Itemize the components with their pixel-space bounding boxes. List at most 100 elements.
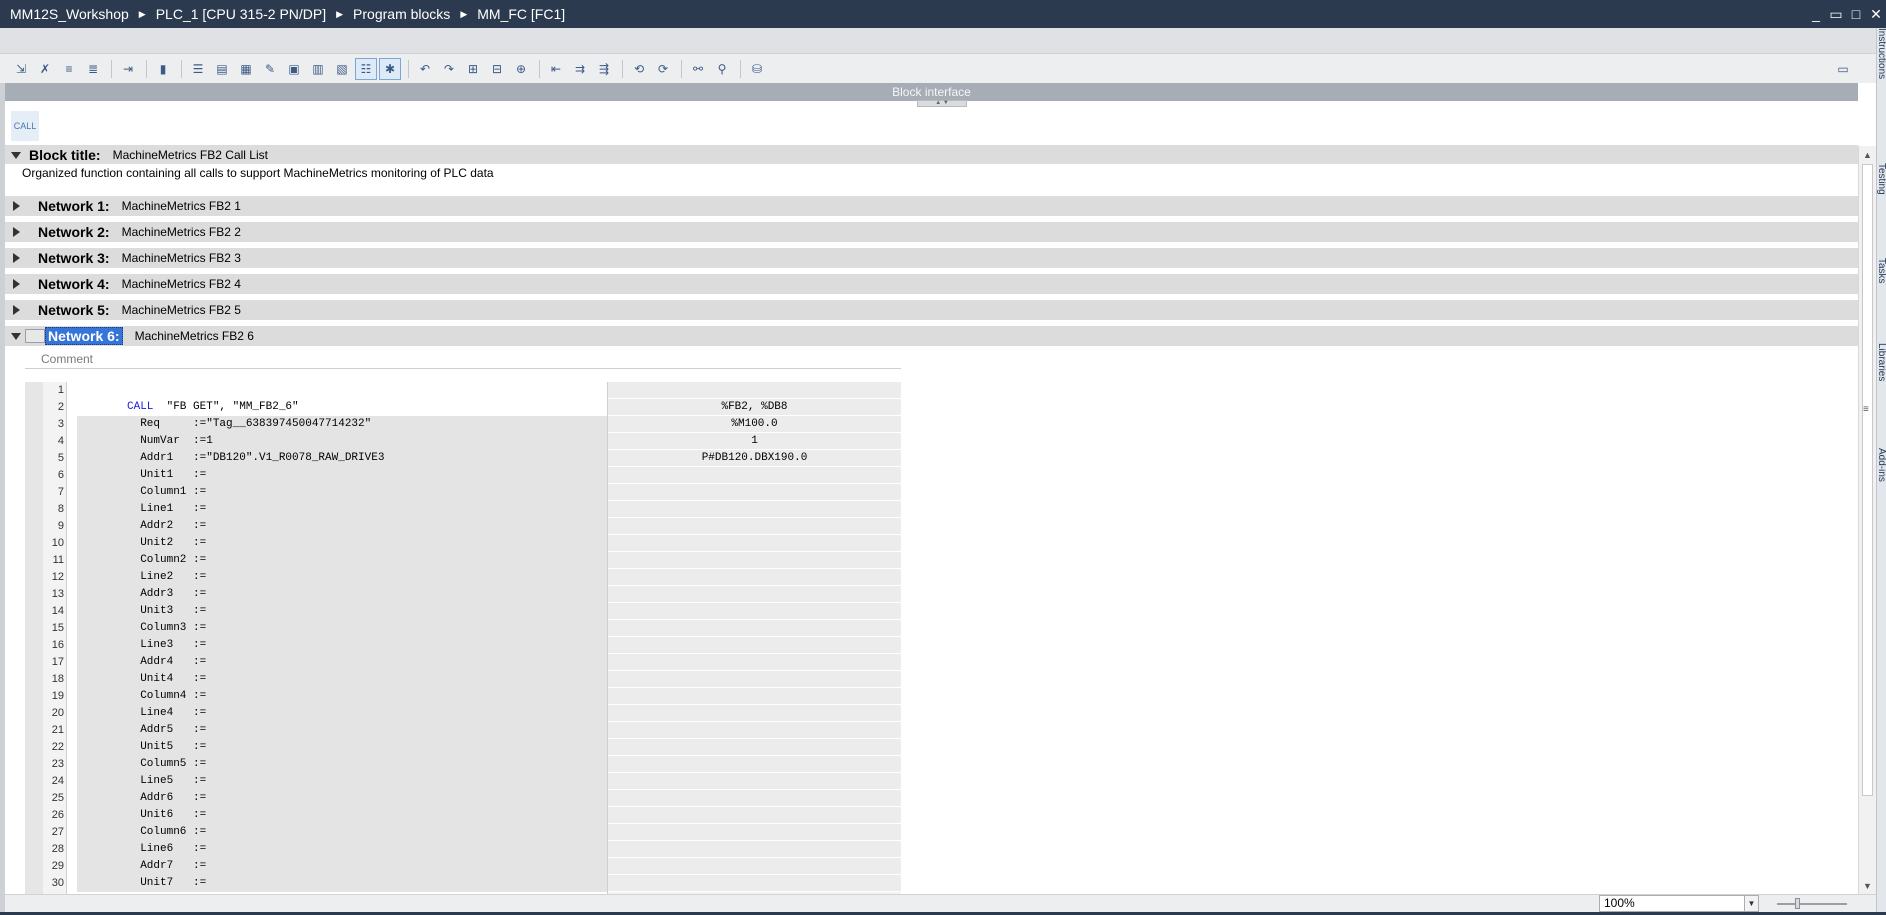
compare-icon[interactable]: ⟳ [652, 58, 674, 80]
indent-icon[interactable]: ☰ [187, 58, 209, 80]
scroll-down-icon[interactable]: ▼ [1859, 877, 1876, 894]
expand-triangle-icon[interactable] [13, 253, 20, 263]
code-text[interactable]: Line1 := [127, 501, 206, 518]
code-text[interactable]: Unit7 := [127, 875, 206, 892]
code-text[interactable]: Unit1 := [127, 467, 206, 484]
breadcrumb-plc[interactable]: PLC_1 [CPU 315-2 PN/DP] [156, 6, 326, 22]
code-text[interactable]: NumVar :=1 [127, 433, 213, 450]
code-text[interactable]: Addr1 :="DB120".V1_R0078_RAW_DRIVE3 [127, 450, 384, 467]
code-text[interactable]: Req :="Tag__638397450047714232" [127, 416, 371, 433]
insert-row-icon[interactable]: ≡ [58, 58, 80, 80]
tab-testing[interactable]: Testing [1877, 163, 1886, 253]
prev-bookmark-icon[interactable]: ✱ [379, 57, 401, 80]
monitoring-icon[interactable]: ⚲ [711, 58, 733, 80]
code-text[interactable]: Line3 := [127, 637, 206, 654]
network-title[interactable]: MachineMetrics FB2 4 [122, 277, 241, 291]
add-row-icon[interactable]: ≣ [82, 58, 104, 80]
breadcrumb-program-blocks[interactable]: Program blocks [353, 6, 450, 22]
code-line[interactable]: 16 Line3 := [25, 637, 901, 654]
code-line[interactable]: 15 Column3 := [25, 620, 901, 637]
go-to-line-icon[interactable]: ⊟ [486, 58, 508, 80]
network-header-3[interactable]: Network 3: MachineMetrics FB2 3 [5, 248, 1858, 268]
network-title[interactable]: MachineMetrics FB2 1 [122, 199, 241, 213]
tag-info-icon[interactable]: ⇤ [545, 58, 567, 80]
code-line[interactable]: 21 Addr5 := [25, 722, 901, 739]
code-line[interactable]: 13 Addr3 := [25, 586, 901, 603]
code-line[interactable]: 6 Unit1 := [25, 467, 901, 484]
zoom-slider-handle[interactable] [1795, 898, 1800, 909]
code-line[interactable]: 23 Column5 := [25, 756, 901, 773]
network-title[interactable]: MachineMetrics FB2 6 [135, 329, 254, 343]
glasses-icon[interactable]: ⚯ [687, 58, 709, 80]
code-text[interactable]: Unit3 := [127, 603, 206, 620]
code-line[interactable]: 18 Unit4 := [25, 671, 901, 688]
display-comments-icon[interactable]: ▥ [307, 58, 329, 80]
next-bookmark-icon[interactable]: ☷ [355, 57, 377, 80]
comment-in-icon[interactable]: ⇥ [117, 58, 139, 80]
code-line[interactable]: 12 Line2 := [25, 569, 901, 586]
block-title-header[interactable]: Block title: MachineMetrics FB2 Call Lis… [5, 146, 1858, 164]
network-header-2[interactable]: Network 2: MachineMetrics FB2 2 [5, 222, 1858, 242]
network-header-4[interactable]: Network 4: MachineMetrics FB2 4 [5, 274, 1858, 294]
code-line[interactable]: 1 [25, 382, 901, 399]
code-text[interactable]: Unit5 := [127, 739, 206, 756]
code-line[interactable]: 10 Unit2 := [25, 535, 901, 552]
code-text[interactable]: Addr4 := [127, 654, 206, 671]
scroll-thumb[interactable] [1862, 164, 1873, 796]
expand-triangle-icon[interactable] [13, 227, 20, 237]
minimize-button[interactable]: _ [1806, 0, 1826, 28]
code-line[interactable]: 9 Addr2 := [25, 518, 901, 535]
absolute-operands-icon[interactable]: ⊞ [462, 58, 484, 80]
code-text[interactable]: Column3 := [127, 620, 206, 637]
monitor-icon[interactable]: ↷ [438, 58, 460, 80]
code-line[interactable]: 8 Line1 := [25, 501, 901, 518]
network-select-marker[interactable] [25, 329, 45, 343]
code-text[interactable]: Addr3 := [127, 586, 206, 603]
collapse-triangle-icon[interactable] [11, 151, 21, 159]
restore-button[interactable]: ▭ [1826, 0, 1846, 28]
tab-libraries[interactable]: Libraries [1877, 343, 1886, 443]
layout-toggle-icon[interactable]: ▭ [1832, 58, 1854, 80]
auto-indent-icon[interactable]: ▦ [235, 58, 257, 80]
block-title[interactable]: MachineMetrics FB2 Call List [113, 148, 268, 162]
code-line[interactable]: 30 Unit7 := [25, 875, 901, 892]
insert-network-icon[interactable]: ⇲ [10, 58, 32, 80]
code-line[interactable]: 29 Addr7 := [25, 858, 901, 875]
tab-instructions[interactable]: Instructions [1877, 28, 1886, 138]
outdent-icon[interactable]: ▤ [211, 58, 233, 80]
download-icon[interactable]: ⛁ [746, 58, 768, 80]
code-line[interactable]: 19 Column4 := [25, 688, 901, 705]
code-line[interactable]: 26 Unit6 := [25, 807, 901, 824]
code-text[interactable]: Line6 := [127, 841, 206, 858]
code-line[interactable]: 20 Line4 := [25, 705, 901, 722]
code-line[interactable]: 3 Req :="Tag__638397450047714232" %M100.0 [25, 416, 901, 433]
code-text[interactable]: Column2 := [127, 552, 206, 569]
network-header-5[interactable]: Network 5: MachineMetrics FB2 5 [5, 300, 1858, 320]
interface-splitter-handle[interactable]: ▲ ▼ [917, 100, 967, 107]
code-text[interactable]: Column5 := [127, 756, 206, 773]
code-line[interactable]: 27 Column6 := [25, 824, 901, 841]
bookmark-icon[interactable]: ▧ [331, 58, 353, 80]
code-text[interactable]: Column6 := [127, 824, 206, 841]
zoom-select[interactable]: 100% ▼ [1599, 895, 1759, 912]
code-line[interactable]: 5 Addr1 :="DB120".V1_R0078_RAW_DRIVE3 P#D… [25, 450, 901, 467]
expand-triangle-icon[interactable] [13, 305, 20, 315]
code-text[interactable]: Line5 := [127, 773, 206, 790]
network-title[interactable]: MachineMetrics FB2 5 [122, 303, 241, 317]
code-line[interactable]: 25 Addr6 := [25, 790, 901, 807]
code-text[interactable]: Addr7 := [127, 858, 206, 875]
code-line[interactable]: 2 CALL "FB GET", "MM_FB2_6" %FB2, %DB8 [25, 399, 901, 416]
code-text[interactable]: Addr5 := [127, 722, 206, 739]
comment-icon[interactable]: ✎ [259, 58, 281, 80]
code-text[interactable]: CALL "FB GET", "MM_FB2_6" [127, 399, 299, 416]
code-line[interactable]: 17 Addr4 := [25, 654, 901, 671]
code-line[interactable]: 11 Column2 := [25, 552, 901, 569]
code-text[interactable]: Column4 := [127, 688, 206, 705]
collapse-triangle-icon[interactable] [11, 332, 21, 340]
breadcrumb-project[interactable]: MM12S_Workshop [10, 6, 129, 22]
maximize-button[interactable]: □ [1846, 0, 1866, 28]
breadcrumb-block[interactable]: MM_FC [FC1] [477, 6, 565, 22]
close-button[interactable]: ✕ [1866, 0, 1886, 28]
network-header-6[interactable]: Network 6: MachineMetrics FB2 6 [5, 326, 1858, 346]
code-line[interactable]: 7 Column1 := [25, 484, 901, 501]
